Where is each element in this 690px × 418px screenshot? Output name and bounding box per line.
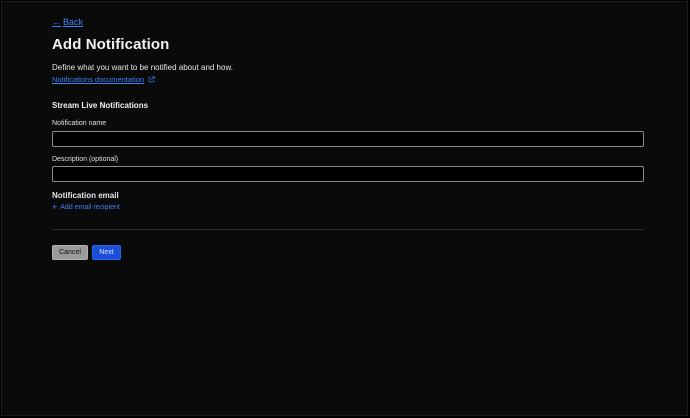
add-email-recipient-button[interactable]: + Add email recipient	[52, 202, 120, 212]
back-link-label: Back	[63, 17, 84, 27]
section-title: Stream Live Notifications	[52, 101, 149, 110]
add-email-recipient-label: Add email recipient	[60, 204, 120, 211]
notification-name-input[interactable]	[52, 131, 644, 147]
description-label: Description (optional)	[52, 156, 119, 163]
back-arrow-icon: ←	[52, 17, 61, 27]
description-input[interactable]	[52, 166, 644, 182]
documentation-link-label: Notifications documentation	[52, 75, 145, 84]
page-title: Add Notification	[52, 36, 170, 53]
plus-icon: +	[52, 202, 58, 212]
notification-email-heading: Notification email	[52, 191, 119, 200]
back-link[interactable]: ← Back	[52, 17, 83, 27]
external-link-icon	[148, 76, 155, 83]
page-frame: ← Back Add Notification Define what you …	[1, 1, 688, 416]
cancel-button[interactable]: Cancel	[52, 245, 88, 260]
notifications-documentation-link[interactable]: Notifications documentation	[52, 75, 155, 84]
notification-name-label: Notification name	[52, 120, 107, 127]
next-button[interactable]: Next	[92, 245, 121, 260]
divider	[52, 229, 644, 230]
page-subtitle: Define what you want to be notified abou…	[52, 63, 234, 72]
